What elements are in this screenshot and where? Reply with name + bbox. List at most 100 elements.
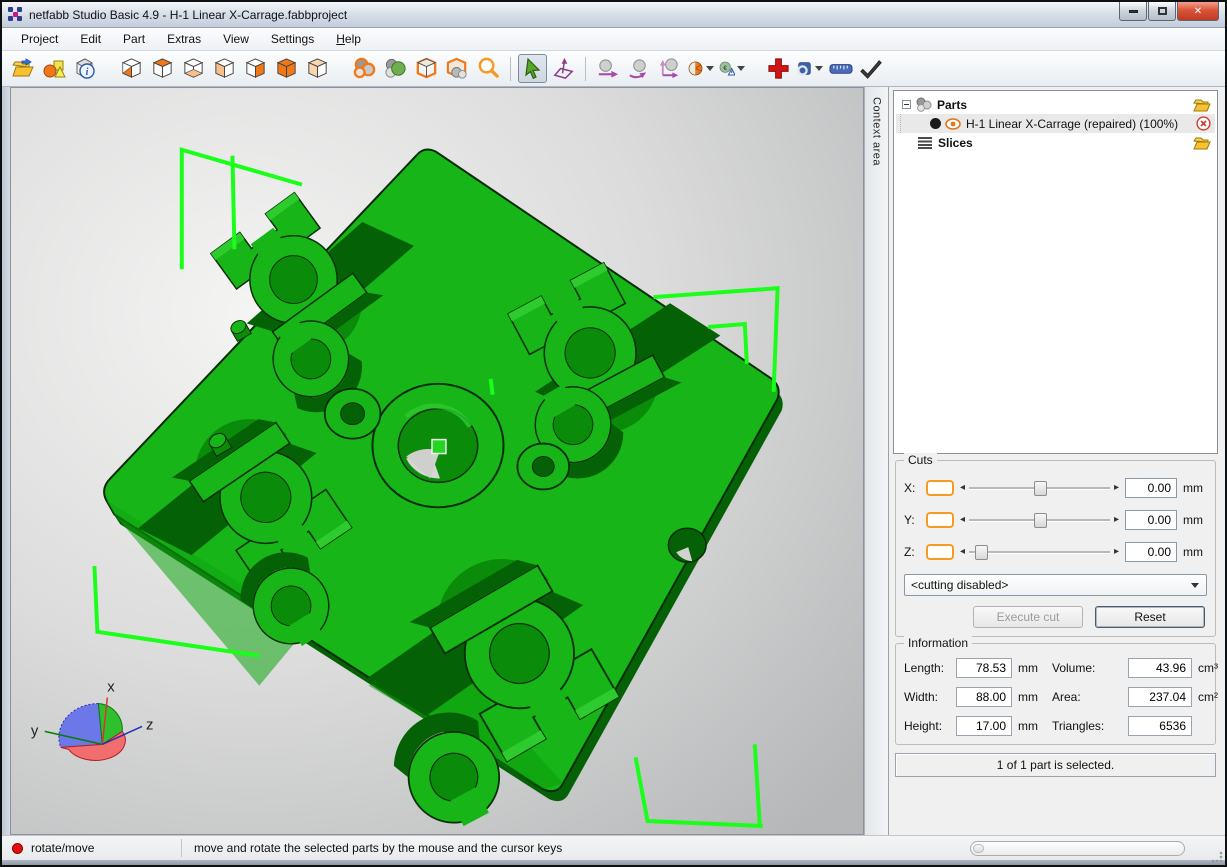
zoom-to-parts-button[interactable] [443, 54, 472, 83]
window-title: netfabb Studio Basic 4.9 - H-1 Linear X-… [29, 8, 1119, 22]
volume-unit: cm³ [1198, 661, 1227, 675]
menu-edit[interactable]: Edit [71, 29, 110, 49]
measure-button[interactable] [826, 54, 855, 83]
close-icon: ✕ [1194, 6, 1202, 17]
cut-sphere-button[interactable] [686, 54, 715, 83]
view-isometric-button[interactable] [117, 54, 146, 83]
cut-y-input[interactable] [1125, 510, 1177, 530]
parts-group-icon [915, 97, 932, 112]
minimize-button[interactable] [1119, 2, 1147, 21]
collapse-expander-icon[interactable] [902, 100, 911, 109]
cutting-mode-dropdown[interactable]: <cutting disabled> [904, 574, 1207, 596]
magnifier-icon [476, 56, 501, 81]
part-info-button[interactable]: i [70, 54, 99, 83]
cut-z-slider-thumb[interactable] [975, 545, 988, 560]
move-part-button[interactable] [593, 54, 622, 83]
cut-row-z: Z: ◂ ▸ mm [904, 542, 1207, 562]
reset-button[interactable]: Reset [1095, 606, 1205, 628]
view-left-button[interactable] [210, 54, 239, 83]
remove-part-icon[interactable] [1196, 116, 1211, 131]
part-info-icon: i [72, 56, 97, 81]
cut-x-slider-thumb[interactable] [1034, 481, 1047, 496]
menu-extras[interactable]: Extras [158, 29, 210, 49]
menu-help[interactable]: Help [327, 29, 370, 49]
slider-left-arrow-icon[interactable]: ◂ [960, 515, 965, 525]
cursor-select-button[interactable] [518, 54, 547, 83]
orientation-dropdown-caret-icon[interactable] [737, 66, 745, 71]
scale-part-icon [657, 56, 682, 81]
slice-icon [796, 56, 813, 81]
part-visible-eye-icon[interactable] [945, 118, 961, 130]
slider-right-arrow-icon[interactable]: ▸ [1114, 483, 1119, 493]
check-icon [859, 56, 884, 81]
tree-row-slices[interactable]: Slices [896, 133, 1215, 152]
chevron-down-icon [1191, 583, 1199, 588]
select-all-parts-button[interactable] [350, 54, 379, 83]
cut-y-slider[interactable]: ◂ ▸ [960, 511, 1119, 529]
zoom-to-all-icon [414, 56, 439, 81]
view-top-button[interactable] [148, 54, 177, 83]
slider-right-arrow-icon[interactable]: ▸ [1114, 547, 1119, 557]
menu-project[interactable]: Project [12, 29, 67, 49]
information-groupbox: Information Length: 78.53 mm Volume: 43.… [895, 643, 1216, 745]
zoom-button[interactable] [474, 54, 503, 83]
menu-settings[interactable]: Settings [262, 29, 323, 49]
apply-check-button[interactable] [857, 54, 886, 83]
width-label: Width: [904, 690, 950, 704]
cut-z-toggle[interactable] [926, 544, 954, 560]
slice-button[interactable] [795, 54, 824, 83]
tree-row-parts[interactable]: Parts [896, 95, 1215, 114]
orientation-warning-button[interactable]: € [717, 54, 746, 83]
main-content: x y z Context area Parts [2, 87, 1225, 835]
rotate-part-button[interactable] [624, 54, 653, 83]
load-part-folder-icon[interactable] [1193, 98, 1211, 112]
rotate-plane-button[interactable] [549, 54, 578, 83]
close-button[interactable]: ✕ [1177, 2, 1219, 21]
view-back-button[interactable] [303, 54, 332, 83]
record-mode-icon [12, 843, 23, 854]
app-window: netfabb Studio Basic 4.9 - H-1 Linear X-… [0, 0, 1227, 867]
selection-status: 1 of 1 part is selected. [895, 753, 1216, 777]
cut-y-slider-thumb[interactable] [1034, 513, 1047, 528]
slider-left-arrow-icon[interactable]: ◂ [960, 547, 965, 557]
maximize-button[interactable] [1148, 2, 1176, 21]
menu-part[interactable]: Part [114, 29, 154, 49]
add-parts-button[interactable] [39, 54, 68, 83]
toolbar: i [2, 51, 1225, 87]
triangles-label: Triangles: [1052, 719, 1122, 733]
cuts-legend: Cuts [904, 453, 937, 467]
cut-x-input[interactable] [1125, 478, 1177, 498]
slice-dropdown-caret-icon[interactable] [815, 66, 823, 71]
menu-view[interactable]: View [214, 29, 258, 49]
viewport-3d[interactable]: x y z [10, 87, 864, 835]
view-front-button[interactable] [272, 54, 301, 83]
cut-z-slider[interactable]: ◂ ▸ [960, 543, 1119, 561]
cuts-groupbox: Cuts X: ◂ ▸ mm Y: ◂ [895, 460, 1216, 637]
open-project-button[interactable] [8, 54, 37, 83]
cut-x-slider[interactable]: ◂ ▸ [960, 479, 1119, 497]
cut-x-unit: mm [1183, 481, 1207, 495]
cut-y-toggle[interactable] [926, 512, 954, 528]
cut-dropdown-caret-icon[interactable] [706, 66, 714, 71]
view-bottom-button[interactable] [179, 54, 208, 83]
load-slice-folder-icon[interactable] [1193, 136, 1211, 150]
execute-cut-button[interactable]: Execute cut [973, 606, 1083, 628]
tree-row-part-h1[interactable]: H-1 Linear X-Carrage (repaired) (100%) [896, 114, 1215, 133]
cut-y-label: Y: [904, 513, 920, 527]
parts-tree[interactable]: Parts H-1 Linear X-Carrage (repaired) (1… [893, 90, 1218, 454]
scale-part-button[interactable] [655, 54, 684, 83]
repair-button[interactable] [764, 54, 793, 83]
resize-grip[interactable] [1211, 851, 1223, 863]
select-part-button[interactable] [381, 54, 410, 83]
rotate-part-icon [626, 56, 651, 81]
cut-x-toggle[interactable] [926, 480, 954, 496]
view-right-button[interactable] [241, 54, 270, 83]
cut-z-input[interactable] [1125, 542, 1177, 562]
zoom-to-all-button[interactable] [412, 54, 441, 83]
context-area-strip[interactable]: Context area [864, 87, 888, 835]
slider-left-arrow-icon[interactable]: ◂ [960, 483, 965, 493]
slider-right-arrow-icon[interactable]: ▸ [1114, 515, 1119, 525]
view-right-icon [243, 56, 268, 81]
svg-text:i: i [86, 67, 89, 78]
status-mode: rotate/move [31, 841, 181, 855]
